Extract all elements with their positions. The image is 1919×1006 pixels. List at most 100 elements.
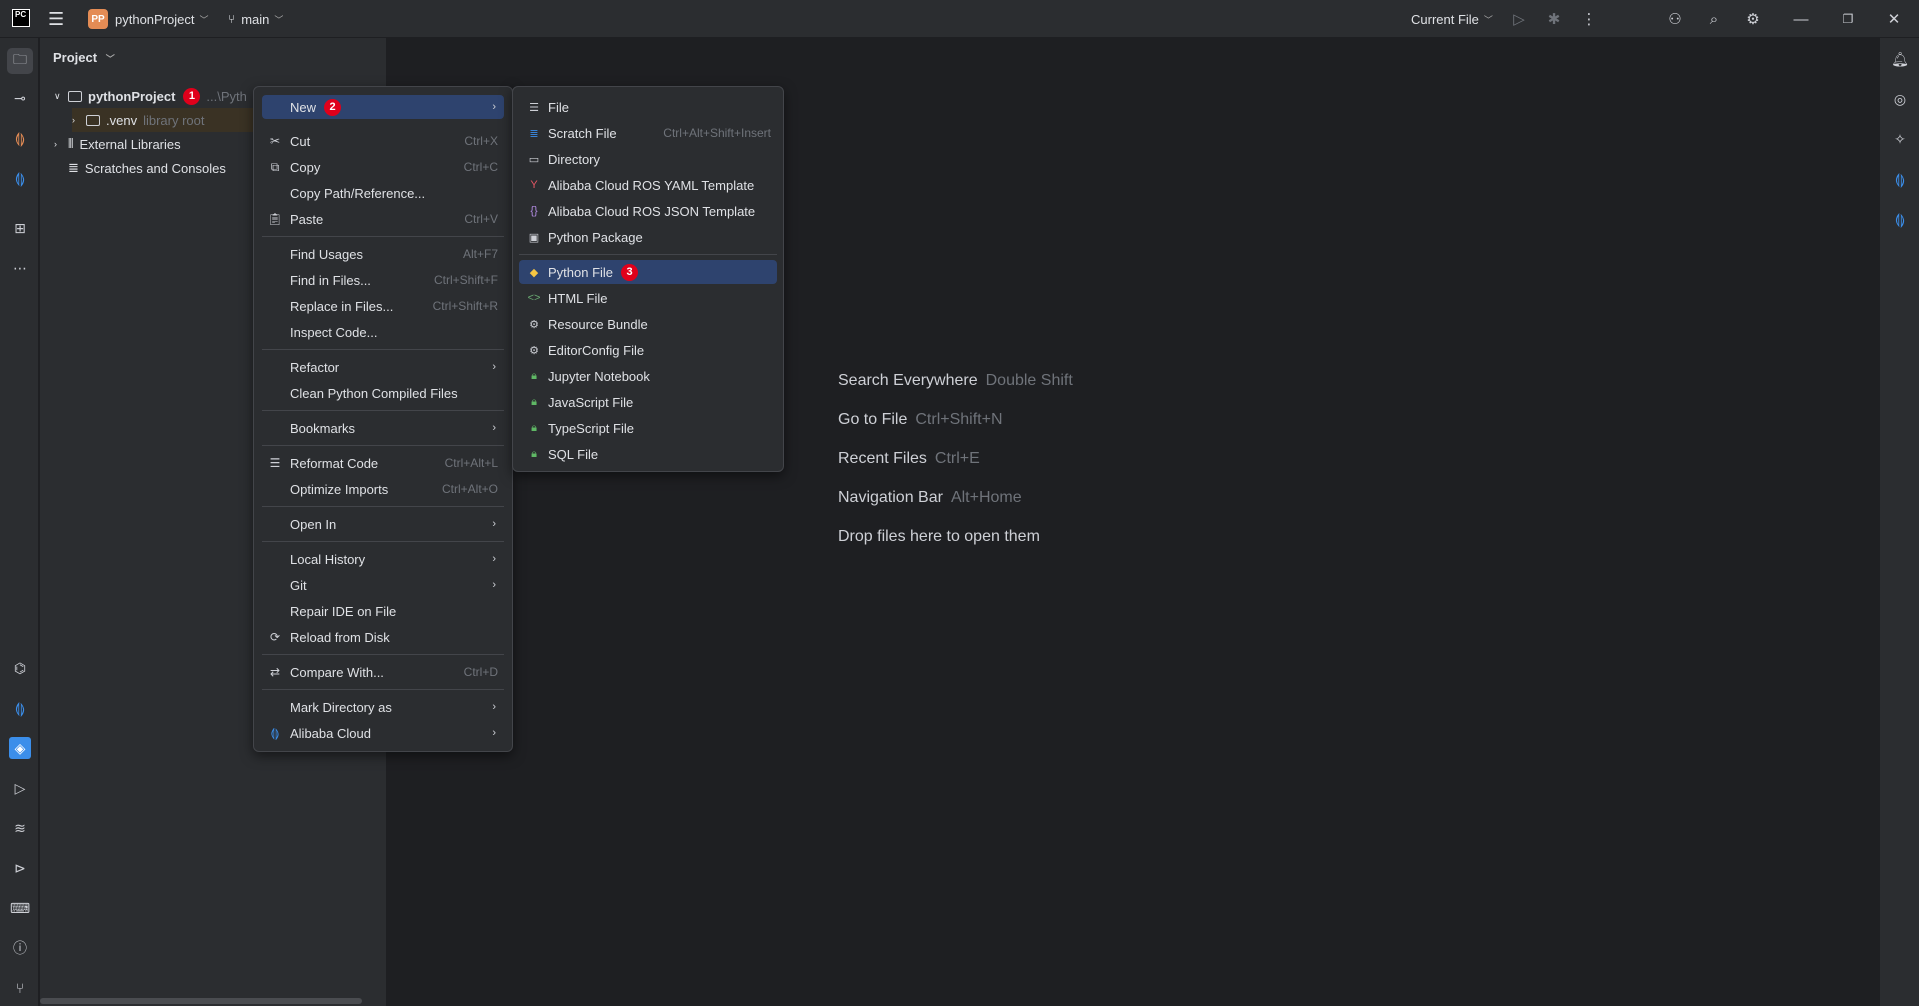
alibaba-cloud-icon[interactable]: ⟬⟭ xyxy=(9,127,31,149)
lock-icon: 🔒︎ xyxy=(531,421,537,434)
menu-item-repair-ide[interactable]: Repair IDE on File xyxy=(262,599,504,623)
submenu-item-typescript[interactable]: 🔒︎ TypeScript File xyxy=(519,416,777,440)
submenu-item-python-file[interactable]: ◆ Python File 3 xyxy=(519,260,777,284)
menu-item-open-in[interactable]: Open In › xyxy=(262,512,504,536)
horizontal-scrollbar[interactable] xyxy=(40,998,362,1004)
ai-assistant-icon[interactable]: ◎ xyxy=(1889,88,1911,110)
project-tool-icon[interactable]: 🗀 xyxy=(7,48,33,74)
tree-item-external-libraries[interactable]: › ⫴ External Libraries xyxy=(54,132,181,156)
menu-item-new[interactable]: New 2 › xyxy=(262,95,504,119)
tree-item-project-root[interactable]: ∨ pythonProject 1 ...\Pyth xyxy=(54,84,247,108)
services-icon[interactable]: ⊳ xyxy=(9,857,31,879)
menu-item-compare-with[interactable]: ⇄ Compare With... Ctrl+D xyxy=(262,660,504,684)
menu-item-copy[interactable]: ⧉ Copy Ctrl+C xyxy=(262,155,504,179)
more-options-icon[interactable]: ⋮ xyxy=(1579,9,1599,29)
menu-item-optimize-imports[interactable]: Optimize Imports Ctrl+Alt+O xyxy=(262,477,504,501)
structure-icon[interactable]: ⊞ xyxy=(9,217,31,239)
chevron-right-icon: › xyxy=(492,701,496,713)
menu-item-paste[interactable]: 📋︎ Paste Ctrl+V xyxy=(262,207,504,231)
problems-icon[interactable]: ⓘ xyxy=(9,937,31,959)
submenu-item-editorconfig[interactable]: ⚙ EditorConfig File xyxy=(519,338,777,362)
branch-name: main xyxy=(241,11,270,27)
run-config-selector[interactable]: Current File ﹀ xyxy=(1411,0,1493,38)
expand-arrow-icon: › xyxy=(72,115,75,125)
menu-item-refactor[interactable]: Refactor › xyxy=(262,355,504,379)
chevron-right-icon: › xyxy=(492,361,496,373)
right-tool-strip: 🔔︎ ◎ ✧ ⟬⟭ ⟬⟭ xyxy=(1879,38,1919,1006)
menu-separator xyxy=(262,689,504,690)
submenu-item-resource-bundle[interactable]: ⚙ Resource Bundle xyxy=(519,312,777,336)
menu-item-alibaba-cloud[interactable]: ⟬⟭ Alibaba Cloud › xyxy=(262,721,504,745)
menu-item-reformat-code[interactable]: ☰ Reformat Code Ctrl+Alt+L xyxy=(262,451,504,475)
more-tools-icon[interactable]: ⋯ xyxy=(9,257,31,279)
submenu-item-file[interactable]: ☰ File xyxy=(519,95,777,119)
hint-go-to-file: Go to File Ctrl+Shift+N xyxy=(838,411,1003,428)
alibaba-cloud-icon[interactable]: ⟬⟭ xyxy=(9,167,31,189)
panel-title[interactable]: Project ﹀ xyxy=(53,50,115,65)
run-icon[interactable]: ▷ xyxy=(9,777,31,799)
notifications-icon[interactable]: 🔔︎ xyxy=(1889,48,1911,70)
plugin-icon[interactable]: ✧ xyxy=(1889,128,1911,150)
chevron-right-icon: › xyxy=(492,422,496,434)
alibaba-cloud-icon[interactable]: ⟬⟭ xyxy=(1889,168,1911,190)
gear-icon: ⚙ xyxy=(529,318,539,331)
menu-item-mark-directory[interactable]: Mark Directory as › xyxy=(262,695,504,719)
submenu-item-scratch-file[interactable]: ≣ Scratch File Ctrl+Alt+Shift+Insert xyxy=(519,121,777,145)
run-icon[interactable]: ▷ xyxy=(1509,9,1529,29)
menu-item-find-usages[interactable]: Find Usages Alt+F7 xyxy=(262,242,504,266)
submenu-item-javascript[interactable]: 🔒︎ JavaScript File xyxy=(519,390,777,414)
branch-selector[interactable]: ⑂ main ﹀ xyxy=(228,0,283,38)
yaml-icon: Y xyxy=(530,179,538,191)
menu-separator xyxy=(262,410,504,411)
submenu-item-ros-json[interactable]: {} Alibaba Cloud ROS JSON Template xyxy=(519,199,777,223)
menu-item-local-history[interactable]: Local History › xyxy=(262,547,504,571)
python-icon: ◆ xyxy=(529,266,539,279)
menu-item-find-in-files[interactable]: Find in Files... Ctrl+Shift+F xyxy=(262,268,504,292)
close-icon[interactable]: ✕ xyxy=(1884,9,1904,29)
menu-item-reload-from-disk[interactable]: ⟳ Reload from Disk xyxy=(262,625,504,649)
expand-arrow-icon: › xyxy=(54,139,57,149)
alibaba-cloud-icon[interactable]: ⟬⟭ xyxy=(9,697,31,719)
chevron-right-icon: › xyxy=(492,101,496,113)
hint-drop-files: Drop files here to open them xyxy=(838,528,1040,545)
alibaba-cloud-icon[interactable]: ⟬⟭ xyxy=(1889,208,1911,230)
submenu-item-directory[interactable]: ▭ Directory xyxy=(519,147,777,171)
git-icon[interactable]: ⑂ xyxy=(9,977,31,999)
menu-item-replace-in-files[interactable]: Replace in Files... Ctrl+Shift+R xyxy=(262,294,504,318)
hint-navigation-bar: Navigation Bar Alt+Home xyxy=(838,489,1022,506)
project-selector[interactable]: PP pythonProject ﹀ xyxy=(88,0,209,38)
menu-item-copy-path[interactable]: Copy Path/Reference... xyxy=(262,181,504,205)
layers-icon[interactable]: ≋ xyxy=(9,817,31,839)
submenu-item-python-package[interactable]: ▣ Python Package xyxy=(519,225,777,249)
menu-item-git[interactable]: Git › xyxy=(262,573,504,597)
settings-icon[interactable]: ⚙ xyxy=(1743,9,1763,29)
main-menu-button[interactable]: ☰ xyxy=(48,0,64,38)
search-icon[interactable]: ⌕ xyxy=(1704,9,1724,29)
restore-icon[interactable]: ❐ xyxy=(1838,9,1858,29)
menu-separator xyxy=(262,541,504,542)
chevron-right-icon: › xyxy=(492,727,496,739)
terminal-icon[interactable]: ⌨ xyxy=(9,897,31,919)
left-tool-strip: 🗀 ⊸ ⟬⟭ ⟬⟭ ⊞ ⋯ ⌬ ⟬⟭ ◈ ▷ ≋ ⊳ ⌨ ⓘ ⑂ xyxy=(0,38,39,1006)
reload-icon: ⟳ xyxy=(269,630,281,644)
project-badge: PP xyxy=(88,9,108,29)
commit-icon[interactable]: ⊸ xyxy=(9,87,31,109)
menu-item-cut[interactable]: ✂ Cut Ctrl+X xyxy=(262,129,504,153)
menu-item-clean-compiled[interactable]: Clean Python Compiled Files xyxy=(262,381,504,405)
folder-icon xyxy=(68,90,82,102)
project-name: pythonProject xyxy=(115,11,195,27)
add-user-icon[interactable]: ⚇ xyxy=(1665,9,1685,29)
menu-item-inspect-code[interactable]: Inspect Code... xyxy=(262,320,504,344)
minimize-icon[interactable]: — xyxy=(1791,9,1811,29)
tree-item-scratches[interactable]: ≣ Scratches and Consoles xyxy=(68,156,226,180)
copy-icon: ⧉ xyxy=(270,159,280,174)
debug-icon[interactable]: ✱ xyxy=(1544,9,1564,29)
alibaba-cloud-toolkit-icon[interactable]: ◈ xyxy=(9,737,31,759)
menu-item-bookmarks[interactable]: Bookmarks › xyxy=(262,416,504,440)
submenu-item-html-file[interactable]: <> HTML File xyxy=(519,286,777,310)
submenu-item-ros-yaml[interactable]: Y Alibaba Cloud ROS YAML Template xyxy=(519,173,777,197)
submenu-item-sql[interactable]: 🔒︎ SQL File xyxy=(519,442,777,466)
submenu-item-jupyter[interactable]: 🔒︎ Jupyter Notebook xyxy=(519,364,777,388)
folder-icon xyxy=(86,114,100,126)
python-console-icon[interactable]: ⌬ xyxy=(9,657,31,679)
